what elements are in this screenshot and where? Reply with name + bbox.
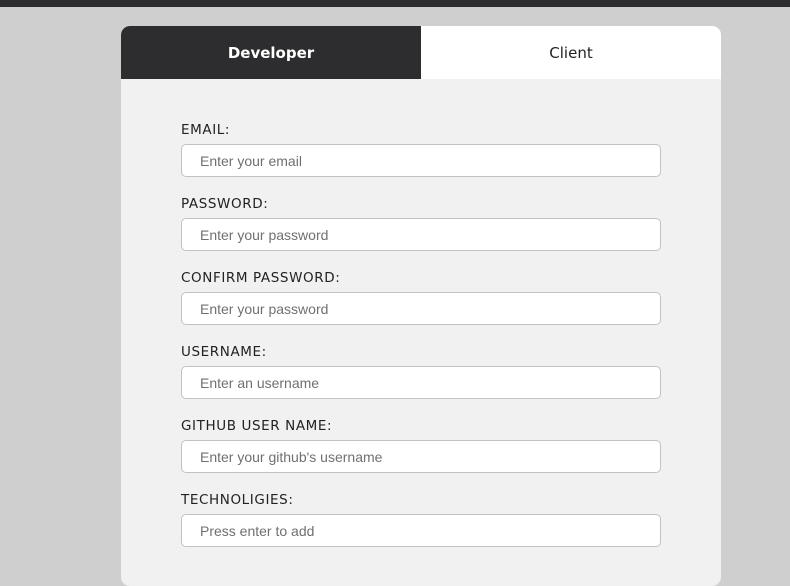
tab-client[interactable]: Client (421, 26, 721, 79)
github-username-group: GITHUB USER NAME: (181, 417, 661, 491)
confirm-password-field[interactable] (181, 292, 661, 325)
email-field[interactable] (181, 144, 661, 177)
account-type-tabs: Developer Client (121, 26, 721, 79)
technologies-group: TECHNOLIGIES: (181, 491, 661, 565)
tab-developer[interactable]: Developer (121, 26, 421, 79)
username-field[interactable] (181, 366, 661, 399)
confirm-password-label: CONFIRM PASSWORD: (181, 270, 341, 286)
signup-form: EMAIL: PASSWORD: CONFIRM PASSWORD: USERN… (181, 121, 661, 565)
technologies-field[interactable] (181, 514, 661, 547)
username-label: USERNAME: (181, 344, 267, 360)
password-label: PASSWORD: (181, 196, 269, 212)
password-group: PASSWORD: (181, 195, 661, 269)
signup-card: Developer Client EMAIL: PASSWORD: CONFIR… (121, 26, 721, 586)
github-username-field[interactable] (181, 440, 661, 473)
github-username-label: GITHUB USER NAME: (181, 418, 333, 434)
technologies-label: TECHNOLIGIES: (181, 492, 294, 508)
email-label: EMAIL: (181, 122, 231, 138)
top-bar (0, 0, 790, 7)
confirm-password-group: CONFIRM PASSWORD: (181, 269, 661, 343)
username-group: USERNAME: (181, 343, 661, 417)
password-field[interactable] (181, 218, 661, 251)
email-group: EMAIL: (181, 121, 661, 195)
